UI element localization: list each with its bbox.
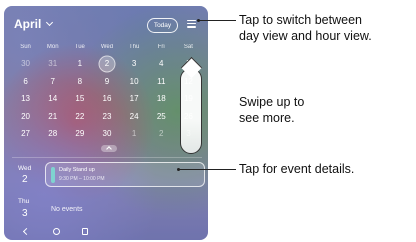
chevron-down-icon [46, 18, 54, 27]
callout-line [178, 169, 236, 170]
calendar-day[interactable]: 8 [66, 73, 93, 91]
today-button[interactable]: Today [147, 18, 178, 33]
weekday-label: Sat [183, 44, 193, 50]
calendar-day[interactable]: 2 [148, 125, 175, 143]
event-color-bar [51, 167, 55, 183]
recent-apps-icon[interactable] [82, 228, 88, 235]
calendar-day[interactable]: 31 [39, 55, 66, 73]
view-switch-icon[interactable] [187, 20, 196, 30]
calendar-screen: April Today Sun Mon Tue Wed Thu Fri Sat … [4, 6, 208, 240]
event-card[interactable]: Daily Stand up 9:30 PM – 10:00 PM [45, 162, 205, 187]
calendar-day[interactable]: 4 [148, 55, 175, 73]
weekday-label: Thu [128, 44, 140, 50]
no-events-label: No events [51, 206, 83, 213]
month-label: April [14, 17, 42, 31]
event-time: 9:30 PM – 10:00 PM [59, 176, 105, 182]
calendar-day[interactable]: 18 [148, 90, 175, 108]
calendar-day[interactable]: 9 [93, 73, 120, 91]
expand-handle[interactable] [101, 145, 117, 152]
calendar-day[interactable]: 11 [148, 73, 175, 91]
calendar-day[interactable]: 24 [121, 108, 148, 126]
divider [12, 157, 202, 158]
agenda-day-name: Thu [18, 198, 30, 205]
swipe-up-gesture-icon [180, 68, 202, 154]
calendar-day[interactable]: 23 [93, 108, 120, 126]
calendar-day[interactable]: 25 [148, 108, 175, 126]
calendar-day[interactable]: 1 [121, 125, 148, 143]
agenda-day-number: 2 [22, 174, 28, 185]
calendar-day[interactable]: 22 [66, 108, 93, 126]
calendar-day[interactable]: 1 [66, 55, 93, 73]
calendar-day[interactable]: 21 [39, 108, 66, 126]
calendar-day[interactable]: 17 [121, 90, 148, 108]
calendar-day-selected[interactable]: 2 [93, 55, 120, 73]
calendar-day[interactable]: 13 [12, 90, 39, 108]
view-switch-callout: Tap to switch between day view and hour … [239, 13, 372, 44]
event-title: Daily Stand up [59, 167, 95, 173]
calendar-day[interactable]: 16 [93, 90, 120, 108]
weekday-label: Wed [100, 44, 114, 50]
back-icon[interactable] [22, 227, 31, 236]
calendar-day[interactable]: 28 [39, 125, 66, 143]
swipe-callout: Swipe up to see more. [239, 95, 305, 126]
agenda-day-number: 3 [22, 208, 28, 219]
weekday-label: Fri [157, 44, 165, 50]
calendar-day[interactable]: 3 [121, 55, 148, 73]
home-icon[interactable] [53, 228, 60, 235]
weekday-header: Sun Mon Tue Wed Thu Fri Sat [12, 44, 202, 50]
calendar-day[interactable]: 14 [39, 90, 66, 108]
navigation-bar [4, 226, 208, 240]
weekday-label: Sun [20, 44, 31, 50]
month-selector[interactable]: April [14, 17, 54, 31]
calendar-day[interactable]: 10 [121, 73, 148, 91]
calendar-day[interactable]: 20 [12, 108, 39, 126]
calendar-day[interactable]: 30 [12, 55, 39, 73]
calendar-day[interactable]: 29 [66, 125, 93, 143]
calendar-day[interactable]: 7 [39, 73, 66, 91]
calendar-day[interactable]: 30 [93, 125, 120, 143]
agenda-day-name: Wed [18, 165, 32, 172]
calendar-day[interactable]: 15 [66, 90, 93, 108]
calendar-day[interactable]: 27 [12, 125, 39, 143]
calendar-day[interactable]: 6 [12, 73, 39, 91]
callout-line [198, 20, 236, 21]
month-grid: 30 31 1 2 3 4 5 6 7 8 9 10 11 12 13 14 1… [12, 55, 202, 143]
weekday-label: Tue [74, 44, 85, 50]
event-callout: Tap for event details. [239, 162, 355, 176]
weekday-label: Mon [46, 44, 59, 50]
